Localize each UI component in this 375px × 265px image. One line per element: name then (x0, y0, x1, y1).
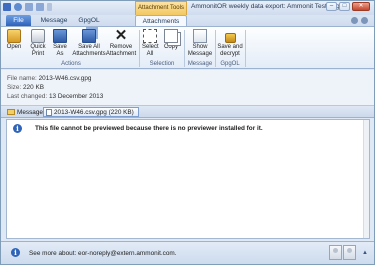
window-title: AmmonitOR weekly data export: Ammonit Te… (191, 3, 341, 10)
message-tab-label: Message (17, 109, 43, 116)
select-all-icon (143, 29, 157, 43)
contextual-tab-group-label: Attachment Tools (135, 1, 187, 15)
attachment-chip[interactable]: 2013-W46.csv.gpg (220 KB) (43, 107, 139, 117)
copy-icon (164, 29, 178, 43)
folder-open-icon (7, 29, 21, 43)
info-icon: i (11, 248, 20, 257)
printer-icon (31, 29, 45, 43)
quick-print-button[interactable]: Quick Print (28, 29, 48, 58)
file-name-value: 2013-W46.csv.gpg (38, 75, 92, 82)
quick-print-label: Quick Print (30, 44, 46, 57)
save-and-decrypt-label: Save and decrypt (217, 44, 243, 57)
save-all-attachments-button[interactable]: Save All Attachments (72, 29, 106, 58)
vertical-scrollbar[interactable] (363, 120, 369, 238)
avatar[interactable] (343, 245, 356, 260)
group-divider (139, 30, 140, 67)
attachment-chip-label: 2013-W46.csv.gpg (220 KB) (54, 109, 134, 116)
tab-message[interactable]: Message (37, 15, 71, 26)
customize-qat-icon[interactable] (47, 3, 52, 11)
lock-icon (224, 33, 236, 43)
info-icon: i (13, 124, 22, 133)
help-icon[interactable] (361, 17, 368, 24)
title-bar: Attachment Tools AmmonitOR weekly data e… (1, 1, 374, 15)
minimize-button[interactable]: – (326, 2, 337, 11)
quick-access-toolbar (3, 3, 52, 11)
ribbon-tabs: File Message GpgOL Attachments (1, 15, 374, 26)
ribbon: Open Quick Print Save As Save All Attach… (1, 26, 374, 69)
group-selection-label: Selection (149, 61, 175, 67)
save-all-icon (82, 29, 96, 43)
preview-notice: i This file cannot be previewed because … (7, 120, 369, 136)
last-changed-row: Last changed: 13 December 2013 (7, 93, 103, 100)
copy-button[interactable]: Copy (161, 29, 181, 51)
show-message-icon (193, 29, 207, 43)
avatar-group (329, 245, 356, 260)
last-changed-label: Last changed: (7, 93, 48, 100)
preview-pane: i This file cannot be previewed because … (6, 119, 370, 239)
avatar[interactable] (329, 245, 342, 260)
minimize-ribbon-icon[interactable] (351, 17, 358, 24)
tab-gpgol[interactable]: GpgOL (75, 15, 103, 26)
save-as-button[interactable]: Save As (51, 29, 69, 58)
save-and-decrypt-button[interactable]: Save and decrypt (217, 29, 243, 58)
save-all-attachments-label: Save All Attachments (72, 44, 106, 57)
maximize-button[interactable]: □ (339, 2, 350, 11)
size-value: 220 KB (23, 84, 44, 91)
remove-attachment-label: Remove Attachment (105, 44, 137, 57)
group-divider (245, 30, 246, 67)
group-actions-label: Actions (61, 61, 81, 67)
tab-attachments[interactable]: Attachments (135, 15, 187, 26)
outlook-attachment-window: Attachment Tools AmmonitOR weekly data e… (0, 0, 375, 265)
document-icon (46, 109, 52, 116)
tab-file[interactable]: File (6, 15, 31, 26)
open-button[interactable]: Open (5, 29, 23, 51)
envelope-icon (7, 109, 15, 115)
size-row: Size: 220 KB (7, 84, 44, 91)
size-label: Size: (7, 84, 22, 91)
remove-x-icon: ✕ (114, 27, 128, 44)
remove-attachment-button[interactable]: ✕ Remove Attachment (105, 27, 137, 58)
group-gpgol-label: GpgOL (220, 61, 240, 67)
attachment-info-header: File name: 2013-W46.csv.gpg Size: 220 KB… (1, 70, 374, 106)
group-message-label: Message (187, 61, 213, 67)
group-divider (215, 30, 216, 67)
message-tab[interactable]: Message (7, 108, 43, 117)
open-label: Open (6, 44, 22, 50)
save-icon[interactable] (3, 3, 11, 11)
up-arrow-icon[interactable] (25, 3, 33, 11)
file-name-row: File name: 2013-W46.csv.gpg (7, 75, 91, 82)
file-name-label: File name: (7, 75, 37, 82)
select-all-label: Select All (142, 44, 159, 57)
group-divider (184, 30, 185, 67)
preview-notice-text: This file cannot be previewed because th… (35, 125, 263, 132)
undo-icon[interactable] (14, 3, 22, 11)
expand-people-pane-icon[interactable]: ▲ (362, 250, 368, 256)
down-arrow-icon[interactable] (36, 3, 44, 11)
people-pane: i See more about: eor-noreply@extern.amm… (1, 241, 374, 264)
attachment-strip: Message 2013-W46.csv.gpg (220 KB) (1, 106, 374, 118)
select-all-button[interactable]: Select All (142, 29, 159, 58)
save-as-label: Save As (53, 44, 67, 57)
save-icon (53, 29, 67, 43)
show-message-button[interactable]: Show Message (186, 29, 214, 58)
close-button[interactable]: ✕ (352, 2, 370, 11)
copy-label: Copy (163, 44, 178, 50)
last-changed-value: 13 December 2013 (48, 93, 104, 100)
show-message-label: Show Message (187, 44, 213, 57)
people-pane-text: See more about: eor-noreply@extern.ammon… (29, 250, 177, 257)
window-controls: – □ ✕ (326, 2, 370, 11)
